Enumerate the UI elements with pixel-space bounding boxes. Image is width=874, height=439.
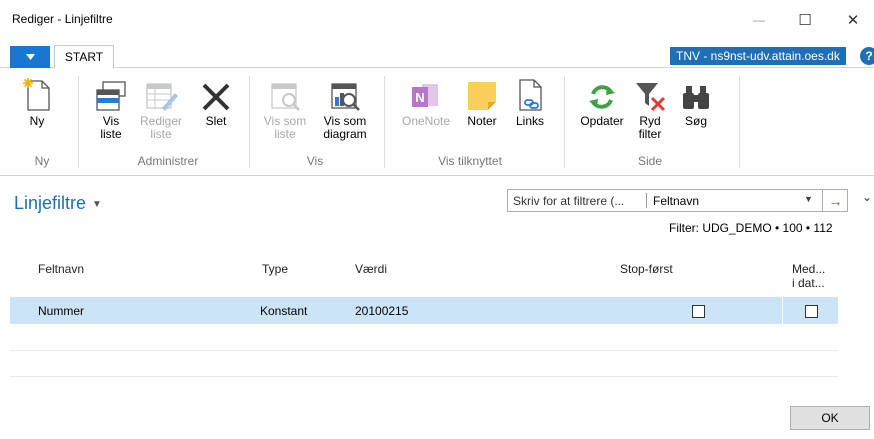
column-header-type[interactable]: Type (262, 262, 288, 276)
show-as-list-button[interactable]: Vis som liste (257, 74, 313, 141)
close-button[interactable]: ✕ (830, 0, 874, 40)
show-as-list-label-2: liste (274, 127, 296, 141)
group-label-side: Side (637, 154, 663, 168)
server-badge: TNV - ns9nst-udv.attain.oes.dk (670, 47, 846, 65)
refresh-icon (589, 85, 615, 109)
dialog-window: Rediger - Linjefiltre — ☐ ✕ START TNV - … (0, 0, 874, 439)
notes-label: Noter (467, 114, 497, 128)
column-header-vaerdi[interactable]: Værdi (355, 262, 387, 276)
links-label: Links (515, 114, 544, 128)
show-as-chart-button[interactable]: Vis som diagram (317, 74, 373, 141)
onenote-label: OneNote (401, 114, 451, 128)
row-divider (10, 376, 838, 377)
onenote-icon: N (412, 84, 438, 107)
link-document-icon (519, 79, 542, 111)
column-header-med-line-2: i dat... (792, 276, 825, 290)
cell-vaerdi[interactable]: 20100215 (355, 304, 408, 318)
title-bar: Rediger - Linjefiltre — ☐ ✕ (0, 0, 874, 40)
refresh-label: Opdater (580, 114, 624, 128)
filter-info: Filter: UDG_DEMO • 100 • 112 (669, 221, 833, 235)
filter-input[interactable]: Skriv for at filtrere (... (508, 194, 646, 208)
delete-x-icon (202, 83, 230, 111)
view-list-icon (96, 81, 126, 111)
page-title[interactable]: Linjefiltre ▼ (14, 193, 102, 214)
chevron-down-icon: ▼ (92, 198, 102, 210)
help-button[interactable]: ? (860, 47, 874, 65)
ok-button[interactable]: OK (790, 406, 870, 430)
column-header-feltnavn[interactable]: Feltnavn (38, 262, 84, 276)
ribbon-tab-row: START TNV - ns9nst-udv.attain.oes.dk ? (0, 40, 874, 69)
clear-filter-button[interactable]: Ryd filter (630, 74, 670, 141)
view-list-button[interactable]: Vis liste (88, 74, 134, 141)
clear-filter-icon (636, 83, 666, 112)
caret-down-icon (25, 54, 35, 60)
search-button[interactable]: Søg (676, 74, 716, 128)
show-as-list-icon (271, 83, 300, 111)
search-button-label: Søg (684, 114, 707, 128)
new-button-label: Ny (29, 114, 45, 128)
column-header-stop-foerst[interactable]: Stop-først (620, 262, 673, 276)
med-checkbox[interactable] (805, 305, 818, 318)
new-button[interactable]: Ny (17, 74, 57, 128)
svg-text:N: N (415, 90, 424, 105)
ribbon: Ny Ny Vis liste Rediger liste Slet Admin… (0, 68, 874, 176)
refresh-button[interactable]: Opdater (572, 74, 632, 128)
application-menu-button[interactable] (10, 46, 50, 68)
show-as-chart-icon (331, 83, 360, 111)
tab-start[interactable]: START (54, 45, 114, 69)
show-as-chart-label-2: diagram (323, 127, 367, 141)
stop-foerst-checkbox[interactable] (692, 305, 705, 318)
notes-button[interactable]: Noter (460, 74, 504, 128)
filter-field-select[interactable]: Feltnavn (647, 194, 802, 208)
binoculars-icon (683, 86, 709, 109)
edit-list-label-2: liste (150, 127, 172, 141)
group-separator (564, 76, 565, 168)
links-button[interactable]: Links (508, 74, 552, 128)
filter-box: Skriv for at filtrere (... Feltnavn ▼ → (507, 189, 848, 212)
onenote-button[interactable]: N OneNote (394, 74, 458, 128)
minimize-button[interactable]: — (736, 0, 782, 40)
chevron-down-icon[interactable]: ▼ (804, 194, 813, 204)
new-document-icon (23, 78, 50, 111)
maximize-button[interactable]: ☐ (782, 0, 828, 40)
apply-filter-arrow-icon[interactable]: → (822, 190, 848, 211)
delete-button[interactable]: Slet (196, 74, 236, 128)
window-title: Rediger - Linjefiltre (12, 12, 113, 26)
group-label-ny: Ny (34, 154, 50, 168)
table-row[interactable] (10, 297, 838, 324)
group-label-vis-tilknyttet: Vis tilknyttet (438, 154, 502, 168)
group-separator (78, 76, 79, 168)
group-label-vis: Vis (306, 154, 324, 168)
group-label-administrer: Administrer (137, 154, 199, 168)
group-separator (384, 76, 385, 168)
row-divider (10, 350, 838, 351)
collapse-chevron-icon[interactable]: ⌄ (862, 190, 872, 204)
clear-filter-label-2: filter (638, 127, 662, 141)
cell-type[interactable]: Konstant (260, 304, 307, 318)
note-icon (468, 82, 496, 110)
group-separator (739, 76, 740, 168)
cell-feltnavn[interactable]: Nummer (38, 304, 84, 318)
column-header-med-line-1: Med... (792, 262, 826, 276)
column-header-med[interactable]: Med... i dat... (792, 262, 825, 290)
edit-list-button[interactable]: Rediger liste (136, 74, 186, 141)
delete-button-label: Slet (205, 114, 227, 128)
group-separator (249, 76, 250, 168)
view-list-label-2: liste (100, 127, 122, 141)
column-divider (782, 294, 783, 325)
edit-list-icon (146, 83, 178, 111)
page-title-text: Linjefiltre (14, 193, 87, 213)
